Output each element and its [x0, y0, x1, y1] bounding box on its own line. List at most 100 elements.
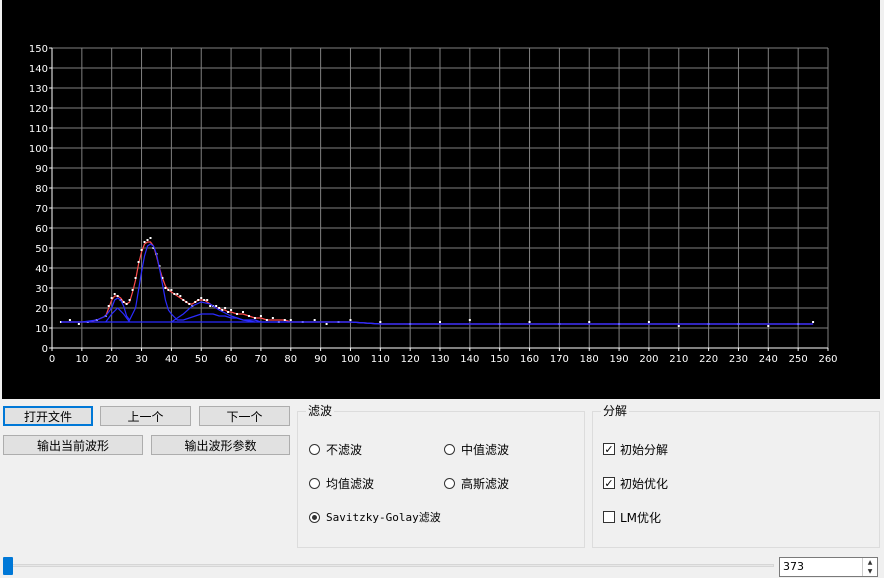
radio-icon[interactable]	[309, 511, 320, 523]
data-point	[265, 319, 268, 321]
filter-option-label: 中值滤波	[461, 442, 510, 457]
x-tick-label: 170	[550, 354, 569, 365]
x-tick-label: 100	[341, 354, 360, 365]
radio-icon[interactable]	[444, 477, 455, 489]
filter-option-none[interactable]: 不滤波	[309, 441, 362, 457]
data-point	[128, 299, 131, 301]
y-tick-label: 40	[35, 264, 48, 275]
y-tick-label: 50	[35, 244, 48, 255]
decompose-option-lm-optimize[interactable]: ✓ LM优化	[603, 509, 661, 525]
y-tick-label: 70	[35, 204, 48, 215]
filter-option-label: 均值滤波	[326, 476, 375, 491]
data-point	[224, 307, 227, 309]
data-point	[149, 237, 152, 239]
decompose-option-label: 初始优化	[620, 476, 669, 491]
data-point	[122, 301, 125, 303]
data-point	[677, 325, 680, 327]
radio-icon[interactable]	[444, 443, 455, 455]
filter-option-savitzky-golay[interactable]: Savitzky-Golay滤波	[309, 509, 441, 525]
data-point	[209, 305, 212, 307]
y-tick-label: 150	[29, 44, 48, 55]
data-point	[137, 261, 140, 263]
data-point	[170, 289, 173, 291]
frame-spinbox-value[interactable]: 373	[783, 560, 804, 573]
data-point	[227, 311, 230, 313]
data-point	[259, 315, 262, 317]
data-point	[164, 287, 167, 289]
data-point	[110, 297, 113, 299]
x-tick-label: 30	[135, 354, 148, 365]
data-point	[242, 311, 245, 313]
data-point	[116, 295, 119, 297]
spinbox-buttons: ▲ ▼	[862, 558, 877, 576]
data-point	[439, 321, 441, 323]
x-tick-label: 200	[639, 354, 658, 365]
checkbox-icon[interactable]: ✓	[603, 443, 615, 455]
filter-option-median[interactable]: 中值滤波	[444, 441, 509, 457]
spin-down-icon[interactable]: ▼	[863, 567, 877, 576]
open-file-button[interactable]: 打开文件	[3, 406, 93, 426]
data-point	[647, 321, 650, 323]
x-tick-label: 120	[401, 354, 420, 365]
x-tick-label: 180	[580, 354, 599, 365]
data-point	[289, 319, 292, 321]
frame-slider-thumb[interactable]	[3, 557, 13, 575]
next-button[interactable]: 下一个	[199, 406, 290, 426]
checkmark-icon: ✓	[604, 476, 614, 490]
x-tick-label: 160	[520, 354, 539, 365]
data-point	[125, 303, 128, 305]
y-tick-label: 140	[29, 64, 48, 75]
y-tick-label: 90	[35, 164, 48, 175]
data-point	[173, 293, 176, 295]
checkbox-icon[interactable]: ✓	[603, 477, 615, 489]
data-point	[194, 301, 197, 303]
series-line-0	[60, 241, 814, 325]
x-tick-label: 230	[729, 354, 748, 365]
filter-option-mean[interactable]: 均值滤波	[309, 475, 374, 491]
y-tick-label: 130	[29, 84, 48, 95]
previous-button[interactable]: 上一个	[100, 406, 191, 426]
x-tick-label: 250	[789, 354, 808, 365]
decompose-option-initial-optimize[interactable]: ✓ 初始优化	[603, 475, 668, 491]
export-current-waveform-button[interactable]: 输出当前波形	[3, 435, 143, 455]
data-point	[468, 319, 471, 321]
data-point	[134, 277, 137, 279]
data-point	[528, 321, 531, 323]
data-point	[146, 239, 149, 241]
spin-up-icon[interactable]: ▲	[863, 558, 877, 567]
x-tick-label: 240	[759, 354, 778, 365]
series-line-3	[60, 321, 814, 325]
data-point	[185, 301, 188, 303]
series-line-2	[60, 243, 814, 325]
filter-option-label: Savitzky-Golay滤波	[326, 511, 441, 524]
data-point	[247, 315, 250, 317]
x-tick-label: 60	[225, 354, 238, 365]
x-tick-label: 150	[490, 354, 509, 365]
radio-dot	[312, 514, 317, 520]
x-tick-label: 140	[460, 354, 479, 365]
frame-spinbox[interactable]: 373 ▲ ▼	[779, 557, 878, 577]
filter-option-label: 不滤波	[326, 442, 363, 457]
radio-icon[interactable]	[309, 477, 320, 489]
data-point	[188, 303, 191, 305]
decompose-option-initial[interactable]: ✓ 初始分解	[603, 441, 668, 457]
y-tick-label: 120	[29, 104, 48, 115]
export-waveform-params-button[interactable]: 输出波形参数	[151, 435, 290, 455]
checkbox-icon[interactable]: ✓	[603, 511, 615, 523]
x-tick-label: 260	[818, 354, 837, 365]
frame-slider-track[interactable]	[8, 564, 774, 567]
checkmark-icon: ✓	[604, 442, 614, 456]
data-point	[588, 321, 591, 323]
x-tick-label: 80	[284, 354, 297, 365]
data-point	[236, 313, 239, 315]
waveform-plot: 0 10 20 30 40 50 60 70 80 90 100 110 120 130 140 150 160…	[2, 0, 880, 399]
filter-group-title: 滤波	[306, 404, 335, 418]
filter-option-gaussian[interactable]: 高斯滤波	[444, 475, 509, 491]
x-tick-label: 40	[165, 354, 178, 365]
radio-icon[interactable]	[309, 443, 320, 455]
y-tick-label: 0	[42, 344, 48, 355]
data-point	[77, 323, 80, 325]
data-point	[325, 323, 328, 325]
data-point	[215, 305, 218, 307]
data-point	[253, 317, 256, 319]
